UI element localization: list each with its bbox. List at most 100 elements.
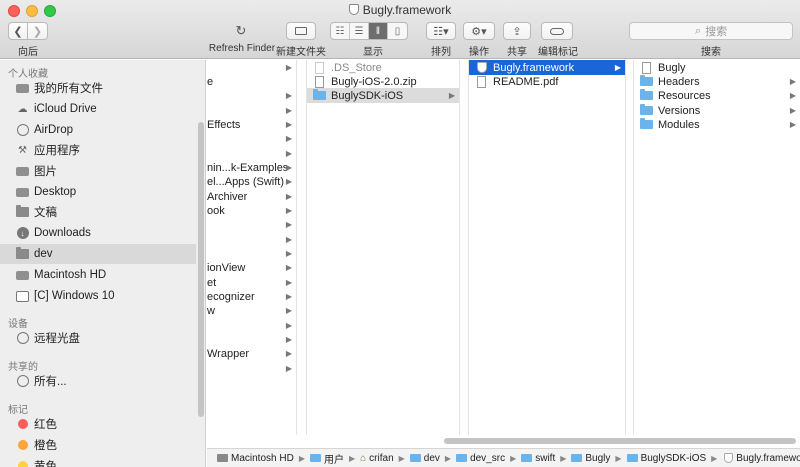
path-separator-icon: ▶: [711, 453, 718, 463]
refresh-finder-label[interactable]: Refresh Finder: [208, 43, 276, 54]
list-item[interactable]: w ▶: [207, 303, 296, 318]
sidebar-item-downloads[interactable]: ↓ Downloads: [0, 223, 196, 243]
sidebar-item-pictures[interactable]: 图片: [0, 161, 196, 181]
list-item[interactable]: ▶: [207, 131, 296, 146]
icon-view-icon[interactable]: ☷: [331, 23, 350, 39]
list-item[interactable]: ▶: [207, 146, 296, 161]
file-name: e: [207, 75, 214, 88]
sidebar-item-tag-yellow[interactable]: 黄色: [0, 456, 196, 467]
search-placeholder: 搜索: [705, 26, 728, 38]
path-separator-icon: ▶: [444, 453, 452, 463]
disclosure-arrow-icon: ▶: [285, 249, 292, 258]
gallery-view-icon[interactable]: ▯: [388, 23, 407, 39]
forward-button[interactable]: ❯: [28, 22, 48, 40]
disclosure-arrow-icon: ▶: [285, 235, 292, 244]
folder-icon: [571, 454, 583, 462]
list-item[interactable]: Wrapper ▶: [207, 346, 296, 361]
path-item[interactable]: 用户: [309, 451, 344, 466]
path-item[interactable]: dev_src: [456, 453, 505, 464]
file-name: Archiver: [207, 190, 248, 203]
sidebar-item-all-files[interactable]: 我的所有文件: [0, 78, 196, 98]
file-name: README.pdf: [493, 75, 559, 88]
sidebar-item-airdrop[interactable]: AirDrop: [0, 120, 196, 140]
window-toolbar: Bugly.framework ❮ ❯ 向后 ↻ Refresh Finder …: [0, 0, 800, 59]
arrange-button[interactable]: ☷▾: [426, 22, 456, 40]
list-item[interactable]: Versions ▶: [634, 103, 800, 118]
share-button[interactable]: ⇪: [503, 22, 531, 40]
path-item[interactable]: swift: [521, 453, 555, 464]
sidebar-item-all-shared[interactable]: 所有...: [0, 371, 196, 391]
framework-icon: [724, 453, 734, 463]
folder-icon: [309, 454, 321, 462]
list-item[interactable]: ecognizer ▶: [207, 289, 296, 304]
list-item[interactable]: ▶: [207, 332, 296, 347]
column-view-icon[interactable]: ‖: [369, 23, 388, 39]
list-item[interactable]: el...Apps (Swift) ▶: [207, 174, 296, 189]
disclosure-arrow-icon: ▶: [285, 306, 292, 315]
list-item[interactable]: Modules ▶: [634, 117, 800, 132]
path-item[interactable]: ⌂ crifan: [360, 453, 394, 464]
list-item[interactable]: ▶: [207, 361, 296, 376]
column-4: Bugly Headers ▶ Resources ▶ Versions ▶ Modu…: [633, 60, 800, 435]
sidebar-item-label: 红色: [34, 419, 57, 431]
sidebar-item-tag-red[interactable]: 红色: [0, 414, 196, 434]
list-item[interactable]: .DS_Store: [307, 60, 459, 75]
list-item[interactable]: ▶: [207, 60, 296, 75]
path-item[interactable]: Bugly.framework: [722, 453, 800, 464]
view-mode-segmented-control[interactable]: ☷ ☰ ‖ ▯: [330, 22, 408, 40]
path-item[interactable]: Bugly: [571, 453, 610, 464]
list-item[interactable]: e: [207, 74, 296, 89]
search-icon: ⌕: [694, 24, 702, 37]
list-item[interactable]: Effects ▶: [207, 117, 296, 132]
list-item[interactable]: ionView ▶: [207, 260, 296, 275]
list-item[interactable]: ▶: [207, 318, 296, 333]
path-separator-icon: ▶: [560, 453, 567, 463]
new-folder-button[interactable]: [286, 22, 316, 40]
sidebar-item-documents[interactable]: 文稿: [0, 202, 196, 222]
path-item[interactable]: dev: [409, 453, 440, 464]
list-item[interactable]: BuglySDK-iOS ▶: [307, 88, 459, 103]
list-item[interactable]: et ▶: [207, 275, 296, 290]
list-view-icon[interactable]: ☰: [350, 23, 369, 39]
sidebar-scrollbar[interactable]: [198, 122, 204, 417]
document-folder-icon: [16, 205, 29, 218]
list-item[interactable]: ▶: [207, 246, 296, 261]
search-field[interactable]: ⌕ 搜索: [629, 22, 793, 40]
list-item[interactable]: ▶: [207, 232, 296, 247]
list-item[interactable]: ▶: [207, 103, 296, 118]
disclosure-arrow-icon: ▶: [285, 134, 292, 143]
list-item[interactable]: Resources ▶: [634, 88, 800, 103]
sidebar-item-applications[interactable]: ⚒ 应用程序: [0, 140, 196, 160]
list-item[interactable]: ▶: [207, 217, 296, 232]
sidebar-item-dev[interactable]: dev: [0, 244, 196, 264]
list-item[interactable]: Archiver ▶: [207, 189, 296, 204]
sidebar-item-label: 应用程序: [34, 145, 80, 157]
sidebar-item-desktop[interactable]: Desktop: [0, 182, 196, 202]
disclosure-arrow-icon: ▶: [285, 149, 292, 158]
refresh-icon[interactable]: ↻: [234, 24, 248, 38]
back-button[interactable]: ❮: [8, 22, 28, 40]
sidebar-item-icloud-drive[interactable]: ☁ iCloud Drive: [0, 99, 196, 119]
list-item[interactable]: Headers ▶: [634, 74, 800, 89]
list-item[interactable]: Bugly.framework ▶: [469, 60, 625, 75]
disclosure-arrow-icon: ▶: [789, 106, 796, 115]
list-item[interactable]: Bugly: [634, 60, 800, 75]
horizontal-scrollbar[interactable]: [444, 438, 796, 444]
sidebar-item-tag-orange[interactable]: 橙色: [0, 435, 196, 455]
back-label: 向后: [18, 47, 38, 58]
list-item[interactable]: Bugly-iOS-2.0.zip: [307, 74, 459, 89]
disclosure-arrow-icon: ▶: [285, 106, 292, 115]
list-item[interactable]: ook ▶: [207, 203, 296, 218]
framework-icon: [348, 4, 359, 15]
action-button[interactable]: ⚙▾: [463, 22, 495, 40]
list-item[interactable]: README.pdf: [469, 74, 625, 89]
edit-tags-button[interactable]: [541, 22, 573, 40]
sidebar-item-windows-10[interactable]: [C] Windows 10: [0, 286, 196, 306]
disclosure-arrow-icon: ▶: [285, 364, 292, 373]
sidebar-item-macintosh-hd[interactable]: Macintosh HD: [0, 265, 196, 285]
sidebar-item-remote-disc[interactable]: 远程光盘: [0, 328, 196, 348]
path-item[interactable]: BuglySDK-iOS: [626, 453, 706, 464]
path-item[interactable]: Macintosh HD: [217, 453, 294, 464]
list-item[interactable]: ▶: [207, 88, 296, 103]
list-item[interactable]: nin...k-Examples ▶: [207, 160, 296, 175]
